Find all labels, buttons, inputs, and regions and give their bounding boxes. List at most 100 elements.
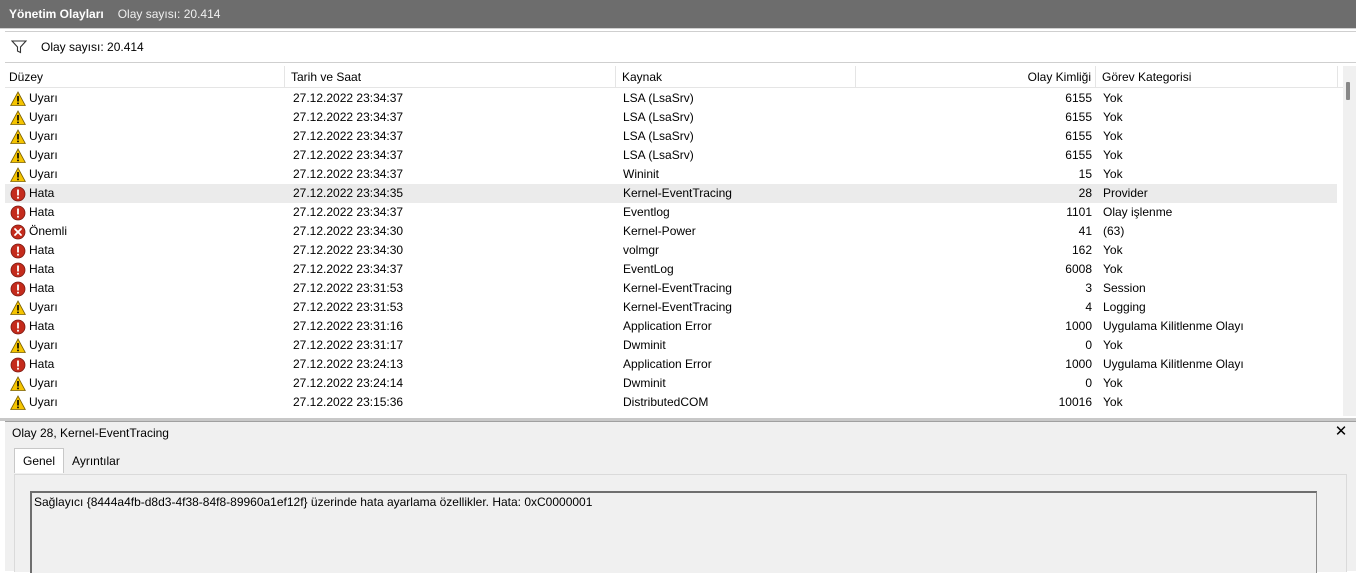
cell-date: 27.12.2022 23:34:37 (293, 262, 404, 276)
table-row[interactable]: Hata 27.12.2022 23:34:37 Eventlog 1101 Olay … (5, 203, 1337, 222)
filter-icon[interactable] (10, 40, 28, 54)
column-header-task-category[interactable]: Görev Kategorisi (1098, 66, 1338, 88)
table-row[interactable]: Hata 27.12.2022 23:34:37 EventLog 6008 Yok (5, 260, 1337, 279)
cell-date: 27.12.2022 23:34:35 (293, 186, 404, 200)
warning-icon (10, 394, 26, 411)
table-row[interactable]: Hata 27.12.2022 23:31:16 Application Error… (5, 317, 1337, 336)
cell-level: Önemli (10, 222, 285, 241)
warning-icon (10, 128, 26, 145)
filter-bar: Olay sayısı: 20.414 (5, 31, 1356, 63)
table-row[interactable]: Uyarı 27.12.2022 23:31:17 Dwminit 0 Yok (5, 336, 1337, 355)
column-header-event-id[interactable]: Olay Kimliği (858, 66, 1096, 88)
level-text: Önemli (29, 224, 68, 238)
table-row[interactable]: Hata 27.12.2022 23:31:53 Kernel-EventTraci… (5, 279, 1337, 298)
column-header-date[interactable]: Tarih ve Saat (287, 66, 616, 88)
cell-source: LSA (LsaSrv) (623, 91, 694, 105)
column-header-level[interactable]: Düzey (5, 66, 285, 88)
cell-source: volmgr (623, 243, 660, 257)
cell-source: LSA (LsaSrv) (623, 148, 694, 162)
cell-task-category: Yok (1103, 167, 1123, 181)
scrollbar-thumb[interactable] (1346, 82, 1350, 100)
event-description: Sağlayıcı {8444a4fb-d8d3-4f38-84f8-89960… (34, 495, 593, 509)
description-box[interactable]: Sağlayıcı {8444a4fb-d8d3-4f38-84f8-89960… (30, 491, 1317, 573)
cell-source: Kernel-EventTracing (623, 300, 732, 314)
table-row[interactable]: Hata 27.12.2022 23:34:35 Kernel-EventTraci… (5, 184, 1337, 203)
level-text: Uyarı (29, 167, 58, 181)
table-row[interactable]: Uyarı 27.12.2022 23:24:14 Dwminit 0 Yok (5, 374, 1337, 393)
cell-date: 27.12.2022 23:34:37 (293, 110, 404, 124)
level-text: Hata (29, 281, 55, 295)
table-header: Düzey Tarih ve Saat Kaynak Olay Kimliği … (5, 66, 1356, 88)
cell-source: Wininit (623, 167, 660, 181)
detail-tabs: Genel Ayrıntılar (14, 448, 128, 474)
error-icon (10, 357, 26, 373)
cell-event-id: 6155 (1065, 91, 1092, 105)
table-row[interactable]: Önemli 27.12.2022 23:34:30 Kernel-Power 41 (… (5, 222, 1337, 241)
cell-date: 27.12.2022 23:34:37 (293, 91, 404, 105)
cell-task-category: Yok (1103, 376, 1123, 390)
cell-task-category: Yok (1103, 338, 1123, 352)
cell-level: Uyarı (10, 146, 285, 165)
table-row[interactable]: Uyarı 27.12.2022 23:15:36 DistributedCOM 10… (5, 393, 1337, 412)
level-text: Uyarı (29, 91, 58, 105)
cell-event-id: 6008 (1065, 262, 1092, 276)
table-row[interactable]: Hata 27.12.2022 23:34:30 volmgr 162 Yok (5, 241, 1337, 260)
cell-date: 27.12.2022 23:31:17 (293, 338, 404, 352)
event-detail-pane: Olay 28, Kernel-EventTracing ✕ Genel Ayr… (5, 421, 1356, 573)
level-text: Hata (29, 186, 55, 200)
cell-task-category: Yok (1103, 91, 1123, 105)
level-text: Uyarı (29, 129, 58, 143)
table-row[interactable]: Uyarı 27.12.2022 23:34:37 LSA (LsaSrv) 6155… (5, 146, 1337, 165)
error-icon (10, 186, 26, 202)
cell-event-id: 10016 (1058, 395, 1092, 409)
cell-level: Uyarı (10, 165, 285, 184)
error-icon (10, 205, 26, 221)
table-row[interactable]: Uyarı 27.12.2022 23:31:53 Kernel-EventTrac… (5, 298, 1337, 317)
error-icon (10, 319, 26, 335)
error-icon (10, 281, 26, 297)
vertical-scrollbar[interactable] (1343, 66, 1356, 416)
cell-source: Application Error (623, 357, 712, 371)
cell-level: Hata (10, 241, 285, 260)
cell-source: Dwminit (623, 338, 666, 352)
cell-date: 27.12.2022 23:34:37 (293, 167, 404, 181)
cell-event-id: 41 (1078, 224, 1092, 238)
cell-source: Dwminit (623, 376, 666, 390)
cell-event-id: 6155 (1065, 129, 1092, 143)
warning-icon (10, 147, 26, 164)
cell-date: 27.12.2022 23:15:36 (293, 395, 404, 409)
column-header-source[interactable]: Kaynak (618, 66, 856, 88)
table-row[interactable]: Uyarı 27.12.2022 23:34:37 LSA (LsaSrv) 6155… (5, 127, 1337, 146)
cell-level: Uyarı (10, 298, 285, 317)
tab-details[interactable]: Ayrıntılar (64, 450, 128, 472)
table-row[interactable]: Uyarı 27.12.2022 23:34:37 LSA (LsaSrv) 6155… (5, 89, 1337, 108)
cell-task-category: Yok (1103, 148, 1123, 162)
critical-icon (10, 224, 26, 240)
table-row[interactable]: Hata 27.12.2022 23:24:13 Application Error… (5, 355, 1337, 374)
cell-level: Uyarı (10, 374, 285, 393)
cell-level: Uyarı (10, 108, 285, 127)
cell-event-id: 6155 (1065, 148, 1092, 162)
cell-task-category: Provider (1103, 186, 1148, 200)
table-row[interactable]: Uyarı 27.12.2022 23:34:37 Wininit 15 Yok (5, 165, 1337, 184)
warning-icon (10, 375, 26, 392)
cell-level: Hata (10, 203, 285, 222)
tab-general[interactable]: Genel (14, 448, 65, 473)
cell-level: Hata (10, 279, 285, 298)
window-titlebar: Yönetim Olayları Olay sayısı: 20.414 (0, 0, 1356, 29)
cell-level: Uyarı (10, 336, 285, 355)
events-table: Düzey Tarih ve Saat Kaynak Olay Kimliği … (5, 66, 1356, 416)
level-text: Uyarı (29, 376, 58, 390)
level-text: Uyarı (29, 110, 58, 124)
cell-task-category: Olay işlenme (1103, 205, 1173, 219)
cell-task-category: Uygulama Kilitlenme Olayı (1103, 319, 1244, 333)
cell-date: 27.12.2022 23:31:53 (293, 300, 404, 314)
cell-level: Hata (10, 184, 285, 203)
table-row[interactable]: Uyarı 27.12.2022 23:34:37 LSA (LsaSrv) 6155… (5, 108, 1337, 127)
cell-level: Hata (10, 260, 285, 279)
cell-event-id: 4 (1085, 300, 1092, 314)
warning-icon (10, 90, 26, 107)
close-icon[interactable]: ✕ (1333, 424, 1349, 440)
cell-date: 27.12.2022 23:34:37 (293, 129, 404, 143)
cell-date: 27.12.2022 23:24:13 (293, 357, 404, 371)
